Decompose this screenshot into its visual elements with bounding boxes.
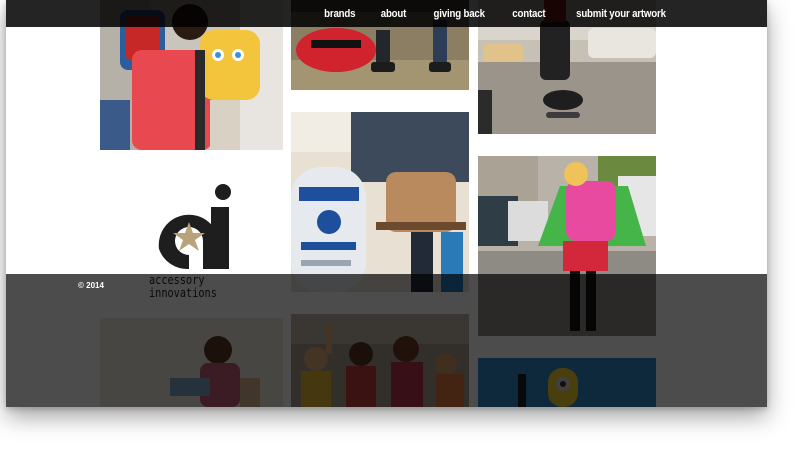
nav-brands[interactable]: brands [324,8,355,20]
copyright-text: © 2014 [78,281,104,290]
nav-giving-back[interactable]: giving back [433,8,485,20]
ai-logo-mark [158,184,231,270]
main-nav: brands about giving back contact submit … [322,0,672,27]
nav-contact[interactable]: contact [513,8,546,20]
nav-about[interactable]: about [381,8,407,20]
footer-dark-overlay [6,274,767,407]
top-navigation-bar: brands about giving back contact submit … [6,0,767,27]
photo-r2d2-backpack[interactable] [291,112,469,292]
browser-window: accessory innovations © 2014 brands abou… [6,0,767,407]
nav-submit-your-artwork[interactable]: submit your artwork [576,8,666,20]
